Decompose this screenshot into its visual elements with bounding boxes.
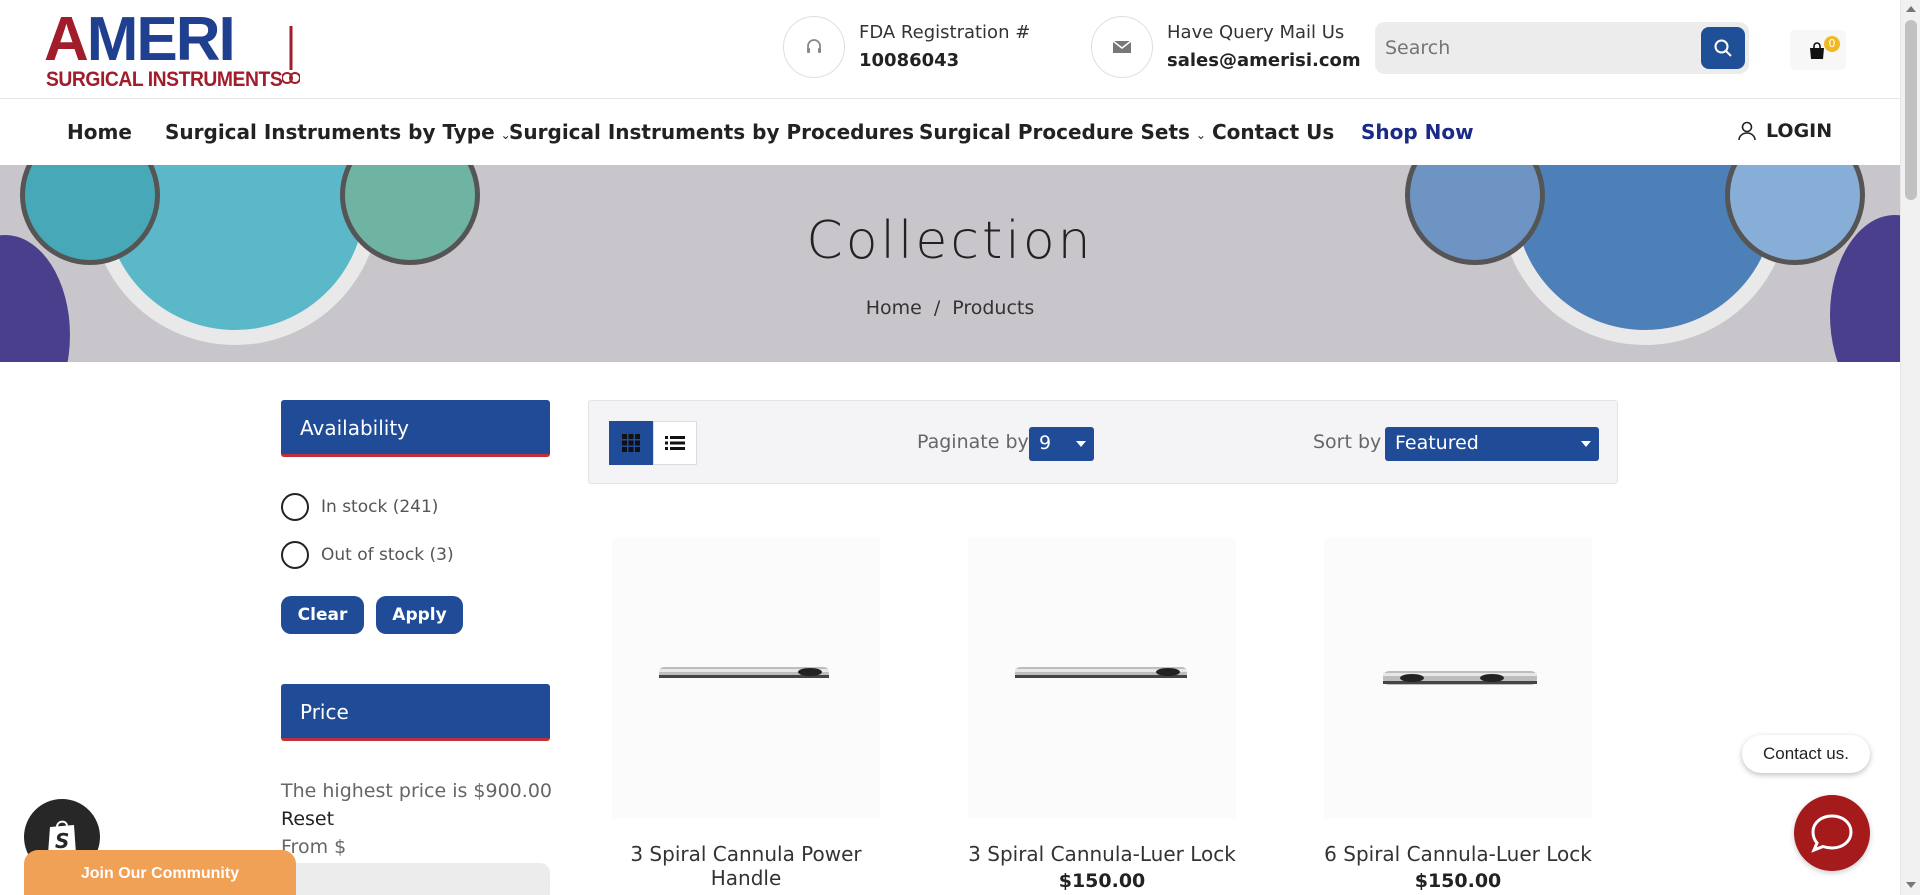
product-image[interactable]: [968, 538, 1236, 818]
apply-button[interactable]: Apply: [376, 596, 463, 634]
out-of-stock-option[interactable]: Out of stock (3): [281, 541, 454, 569]
cannula-image: [1015, 667, 1187, 678]
dropdown-arrow-icon: [1581, 441, 1591, 447]
price-from-input[interactable]: [281, 863, 550, 895]
product-price: $150.00: [1058, 870, 1146, 892]
page-title: Collection: [806, 211, 1094, 271]
top-header: AMERI SURGICAL INSTRUMENTS FDA Registrat…: [0, 0, 1900, 99]
in-stock-option[interactable]: In stock (241): [281, 493, 438, 521]
radio-button[interactable]: [281, 541, 309, 569]
paginate-label: Paginate by: [917, 431, 1029, 453]
contact-us-bubble[interactable]: Contact us.: [1742, 735, 1870, 773]
dropdown-arrow-icon: [1076, 441, 1086, 447]
search-button[interactable]: [1701, 27, 1745, 69]
sort-label: Sort by: [1313, 431, 1382, 453]
product-card[interactable]: 3 Spiral Cannula Power Handle: [612, 538, 880, 894]
collection-banner: Collection Home / Products: [0, 165, 1900, 362]
user-icon: [1738, 121, 1756, 141]
price-reset-link[interactable]: Reset: [281, 808, 334, 830]
nav-item-instruments-by-procedures[interactable]: Surgical Instruments by Procedures ⌄: [509, 120, 930, 144]
clear-button[interactable]: Clear: [281, 596, 364, 634]
product-card[interactable]: 3 Spiral Cannula-Luer Lock $150.00: [968, 538, 1236, 892]
scroll-down-arrow-icon[interactable]: [1906, 882, 1916, 888]
search-bar: [1375, 22, 1749, 74]
breadcrumb-products: Products: [952, 297, 1035, 319]
breadcrumb: Home / Products: [865, 297, 1035, 319]
fda-label: FDA Registration #: [859, 22, 1031, 43]
login-link[interactable]: LOGIN: [1738, 120, 1832, 142]
headset-icon: [783, 16, 845, 78]
product-image[interactable]: [1324, 538, 1592, 818]
grid-icon: [622, 434, 640, 452]
list-icon: [665, 436, 685, 450]
sort-select[interactable]: Featured: [1385, 427, 1599, 461]
availability-filter-header[interactable]: Availability: [281, 400, 550, 457]
cart-button[interactable]: 0: [1790, 30, 1846, 70]
product-title[interactable]: 3 Spiral Cannula Power Handle: [612, 842, 880, 890]
list-view-button[interactable]: [653, 421, 697, 465]
scissors-logo-icon: [282, 26, 300, 84]
highest-price-text: The highest price is $900.00: [281, 780, 552, 802]
chat-button[interactable]: [1794, 795, 1870, 871]
envelope-icon: [1091, 16, 1153, 78]
join-community-button[interactable]: Join Our Community: [24, 850, 296, 895]
main-nav: Home Surgical Instruments by Type ⌄ Surgi…: [0, 100, 1900, 165]
cart-count-badge: 0: [1824, 36, 1840, 52]
nav-item-instruments-by-type[interactable]: Surgical Instruments by Type ⌄: [165, 120, 511, 144]
paginate-select[interactable]: 9: [1029, 427, 1094, 461]
price-filter-header[interactable]: Price: [281, 684, 550, 741]
product-title[interactable]: 3 Spiral Cannula-Luer Lock: [968, 842, 1236, 866]
chat-bubble-icon: [1811, 814, 1853, 853]
nav-item-shop-now[interactable]: Shop Now: [1361, 120, 1474, 144]
nav-item-home[interactable]: Home: [67, 120, 132, 144]
mail-address[interactable]: sales@amerisi.com: [1167, 50, 1361, 71]
mail-label: Have Query Mail Us: [1167, 22, 1345, 43]
collection-toolbar: Paginate by 9 Sort by Featured: [588, 400, 1618, 484]
search-input[interactable]: [1385, 30, 1685, 66]
amerisi-logo[interactable]: AMERI SURGICAL INSTRUMENTS: [44, 5, 300, 91]
fda-number: 10086043: [859, 50, 960, 71]
logo-subtitle: SURGICAL INSTRUMENTS: [46, 68, 283, 91]
page-scrollbar[interactable]: [1900, 0, 1920, 895]
product-card[interactable]: 6 Spiral Cannula-Luer Lock $150.00: [1324, 538, 1592, 892]
nav-item-procedure-sets[interactable]: Surgical Procedure Sets ⌄: [919, 120, 1206, 144]
search-icon: [1714, 39, 1732, 57]
logo-wordmark: AMERI: [44, 5, 236, 74]
grid-view-button[interactable]: [609, 421, 653, 465]
radio-button[interactable]: [281, 493, 309, 521]
scroll-thumb[interactable]: [1905, 20, 1917, 200]
cannula-image: [659, 667, 829, 678]
cannula-image: [1383, 671, 1537, 685]
product-price: $150.00: [1414, 870, 1502, 892]
product-title[interactable]: 6 Spiral Cannula-Luer Lock: [1324, 842, 1592, 866]
product-image[interactable]: [612, 538, 880, 818]
breadcrumb-home[interactable]: Home: [866, 297, 922, 319]
chevron-down-icon: ⌄: [1195, 128, 1206, 142]
scroll-up-arrow-icon[interactable]: [1906, 6, 1916, 12]
nav-item-contact-us[interactable]: Contact Us: [1212, 120, 1334, 144]
